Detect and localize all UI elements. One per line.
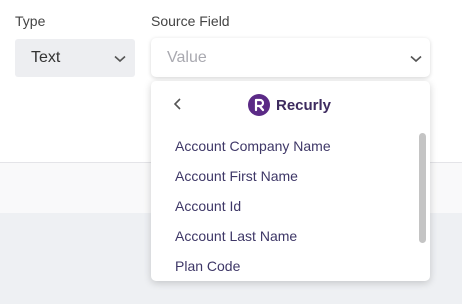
source-field-label: Source Field <box>151 13 230 29</box>
source-field-dropdown: Recurly Account Company Name Account Fir… <box>151 81 430 281</box>
source-field-placeholder: Value <box>167 48 207 66</box>
list-item[interactable]: Account Id <box>175 198 241 214</box>
recurly-logo-icon <box>248 94 270 116</box>
chevron-down-icon <box>114 55 126 63</box>
type-select-value: Text <box>31 49 61 66</box>
dropdown-scrollbar[interactable] <box>419 133 426 243</box>
list-item[interactable]: Account Last Name <box>175 228 297 244</box>
list-item[interactable]: Account First Name <box>175 168 298 184</box>
integration-brand: Recurly <box>248 94 331 116</box>
type-select[interactable]: Text <box>15 39 135 77</box>
chevron-left-icon[interactable] <box>171 95 185 113</box>
dropdown-header: Recurly <box>151 81 430 129</box>
brand-name: Recurly <box>276 96 332 114</box>
source-field-select[interactable]: Value <box>151 38 430 77</box>
list-item[interactable]: Plan Code <box>175 258 240 274</box>
chevron-down-icon <box>410 55 422 63</box>
list-item[interactable]: Account Company Name <box>175 138 331 154</box>
type-label: Type <box>15 13 46 29</box>
